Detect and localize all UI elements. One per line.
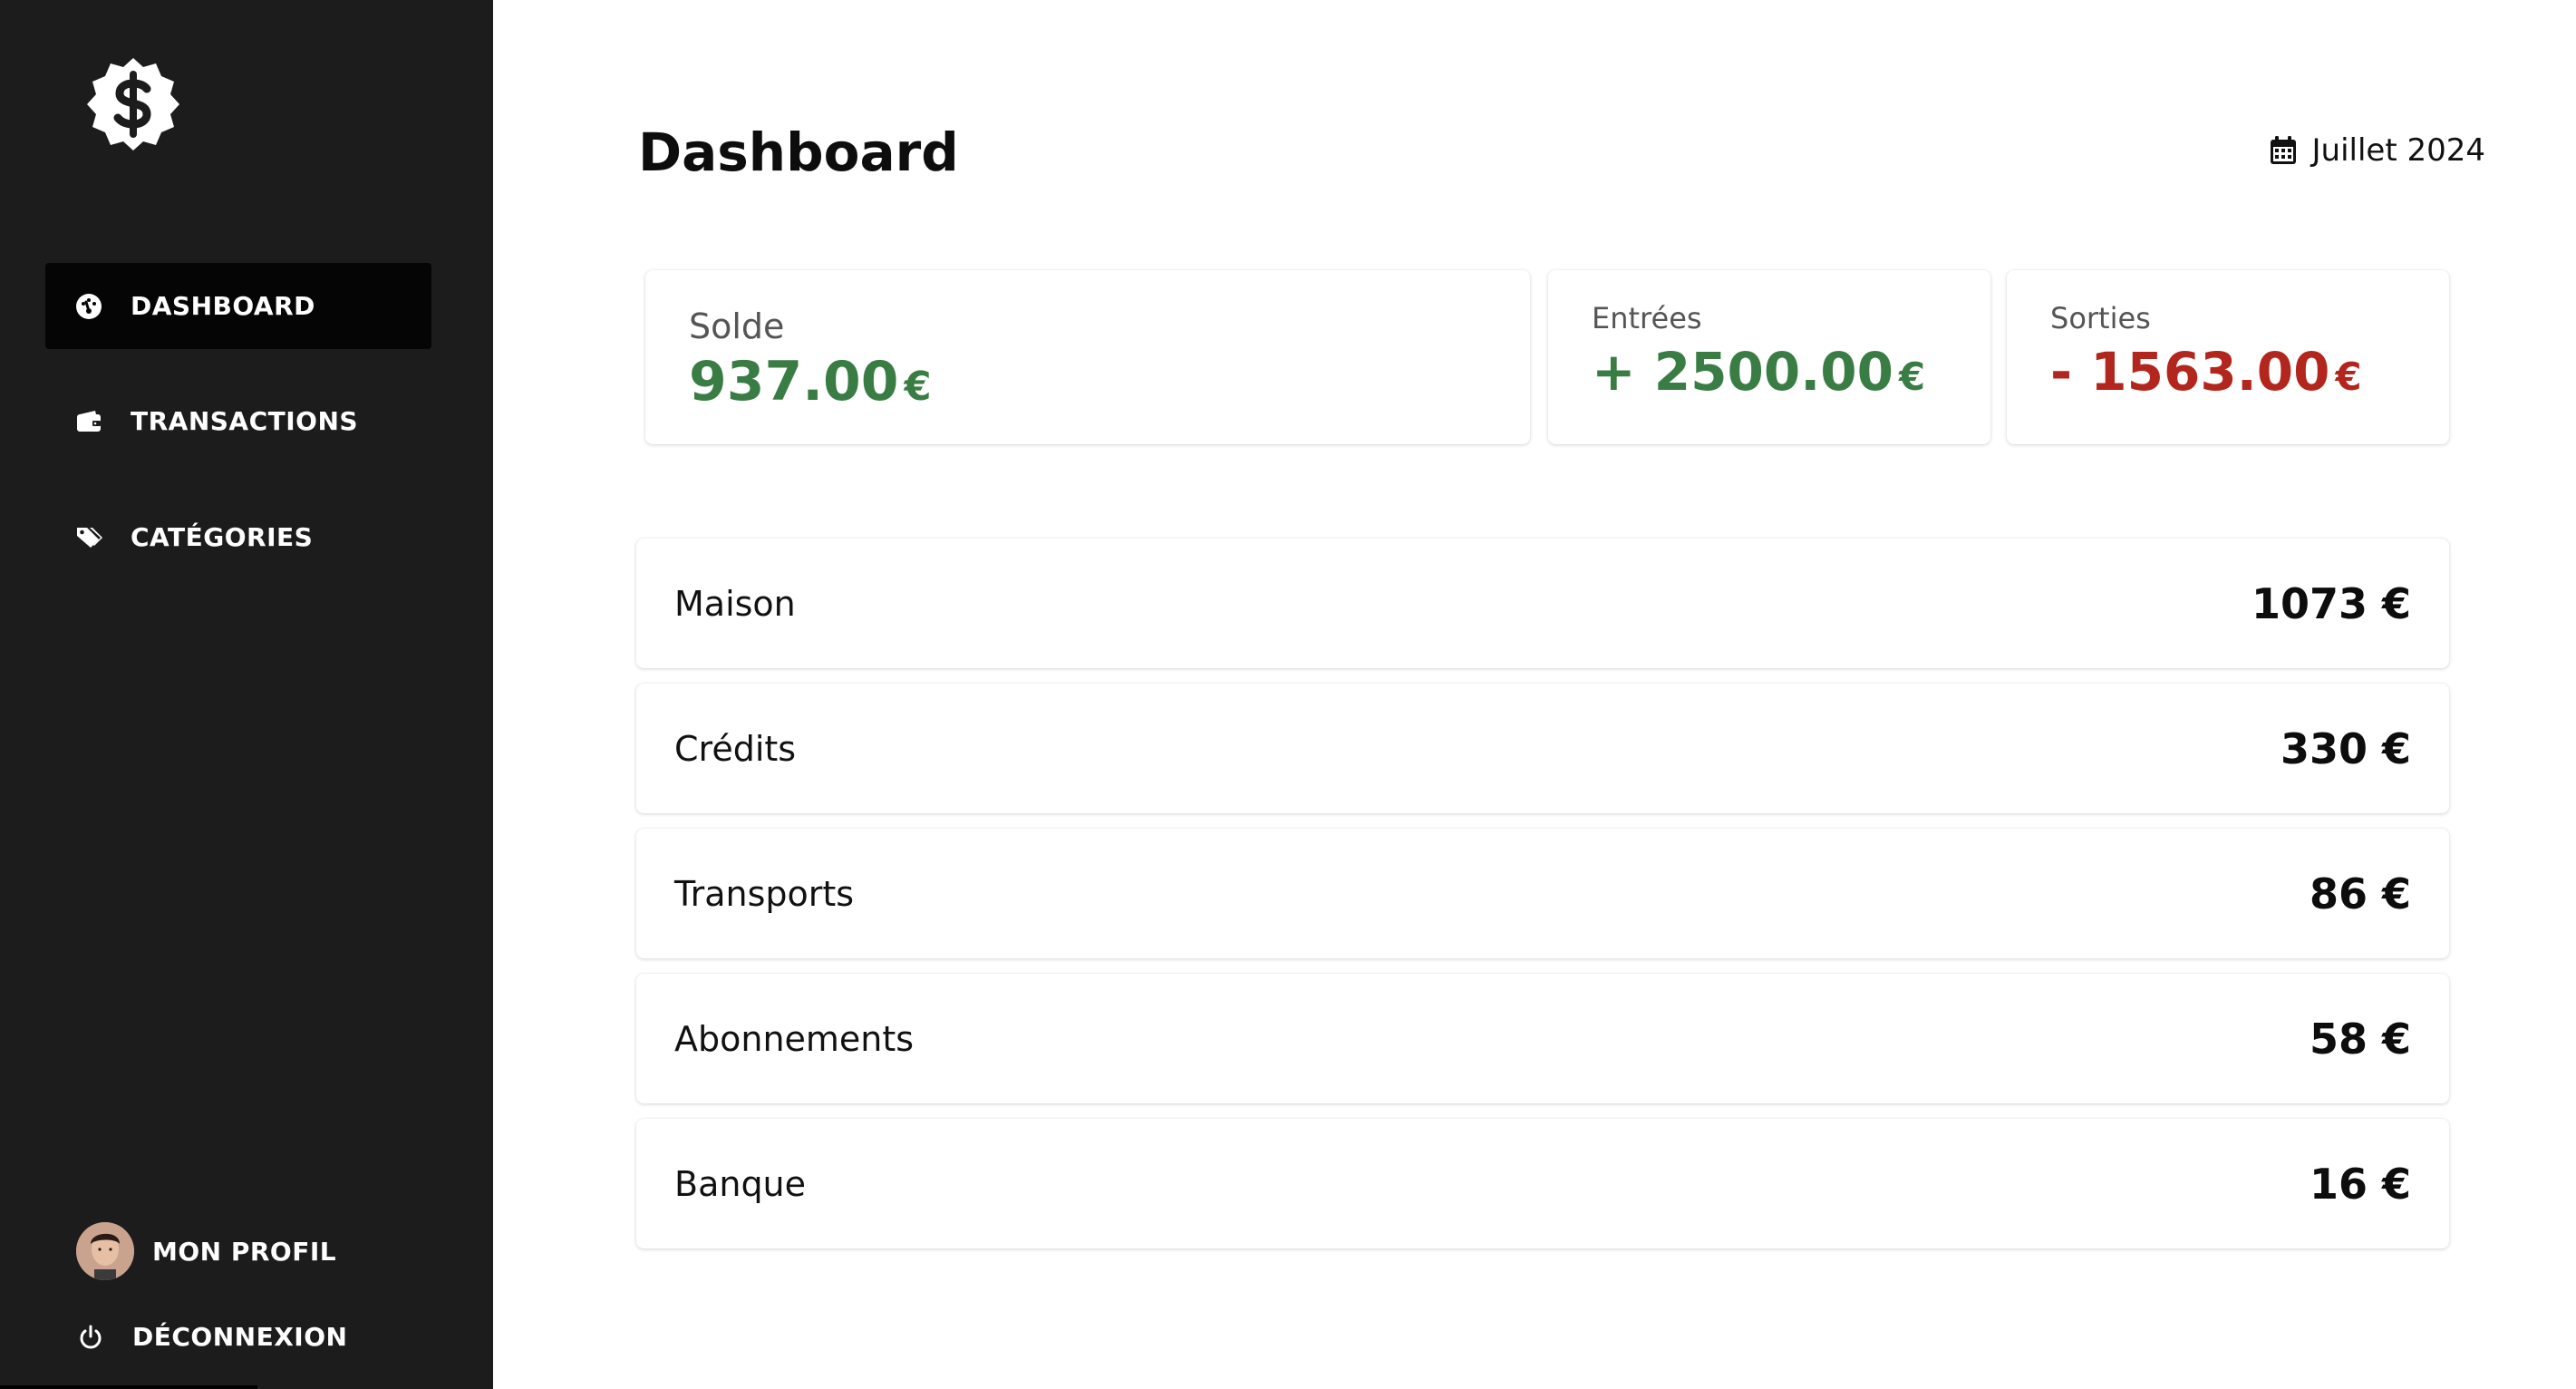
gauge-icon bbox=[74, 292, 103, 321]
balance-card: Solde 937.00 € bbox=[645, 270, 1530, 444]
page-title: Dashboard bbox=[638, 121, 959, 183]
sidebar: DASHBOARD TRANSACTIONS CATÉGORIES MON PR… bbox=[0, 0, 493, 1389]
category-amount: 86 € bbox=[2309, 869, 2411, 918]
expenses-amount: - 1563.00 bbox=[2050, 341, 2330, 403]
sidebar-item-dashboard[interactable]: DASHBOARD bbox=[45, 263, 431, 349]
category-amount: 16 € bbox=[2309, 1159, 2411, 1209]
sidebar-item-categories[interactable]: CATÉGORIES bbox=[45, 494, 431, 580]
tags-icon bbox=[74, 523, 103, 552]
income-label: Entrées bbox=[1592, 301, 1702, 335]
category-name: Banque bbox=[674, 1163, 807, 1204]
category-row-maison[interactable]: Maison 1073 € bbox=[636, 539, 2449, 668]
logout-button[interactable]: DÉCONNEXION bbox=[76, 1322, 347, 1352]
category-name: Maison bbox=[674, 583, 796, 624]
category-amount: 58 € bbox=[2309, 1014, 2411, 1064]
profile-label: MON PROFIL bbox=[152, 1236, 337, 1267]
balance-label: Solde bbox=[689, 306, 785, 346]
category-row-abonnements[interactable]: Abonnements 58 € bbox=[636, 974, 2449, 1103]
dollar-badge-icon[interactable] bbox=[83, 54, 183, 154]
avatar bbox=[76, 1222, 134, 1280]
category-row-transports[interactable]: Transports 86 € bbox=[636, 829, 2449, 958]
sidebar-item-label: CATÉGORIES bbox=[131, 522, 314, 552]
income-currency: € bbox=[1898, 355, 1926, 399]
balance-amount: 937.00 bbox=[689, 350, 899, 413]
power-icon bbox=[76, 1323, 105, 1352]
sidebar-scrollbar[interactable] bbox=[0, 1385, 257, 1389]
month-label: Juillet 2024 bbox=[2311, 132, 2486, 169]
category-amount: 1073 € bbox=[2251, 578, 2411, 628]
expenses-currency: € bbox=[2335, 355, 2362, 399]
profile-link[interactable]: MON PROFIL bbox=[76, 1222, 336, 1280]
income-card: Entrées + 2500.00 € bbox=[1548, 270, 1990, 444]
month-selector[interactable]: Juillet 2024 bbox=[2269, 132, 2486, 169]
category-row-credits[interactable]: Crédits 330 € bbox=[636, 684, 2449, 813]
sidebar-item-transactions[interactable]: TRANSACTIONS bbox=[45, 378, 431, 464]
income-value: + 2500.00 € bbox=[1592, 341, 1925, 403]
category-row-banque[interactable]: Banque 16 € bbox=[636, 1119, 2449, 1248]
income-amount: + 2500.00 bbox=[1592, 341, 1893, 403]
sidebar-item-label: TRANSACTIONS bbox=[131, 406, 359, 436]
logout-label: DÉCONNEXION bbox=[132, 1322, 348, 1352]
category-name: Abonnements bbox=[674, 1018, 915, 1059]
wallet-icon bbox=[74, 407, 103, 436]
category-name: Transports bbox=[674, 873, 855, 914]
expenses-card: Sorties - 1563.00 € bbox=[2007, 270, 2449, 444]
sidebar-item-label: DASHBOARD bbox=[131, 291, 315, 321]
calendar-icon bbox=[2270, 136, 2296, 164]
balance-currency: € bbox=[904, 364, 932, 410]
balance-value: 937.00 € bbox=[689, 350, 932, 413]
expenses-label: Sorties bbox=[2050, 301, 2151, 335]
expenses-value: - 1563.00 € bbox=[2050, 341, 2362, 403]
category-name: Crédits bbox=[674, 728, 797, 769]
category-amount: 330 € bbox=[2280, 724, 2411, 773]
